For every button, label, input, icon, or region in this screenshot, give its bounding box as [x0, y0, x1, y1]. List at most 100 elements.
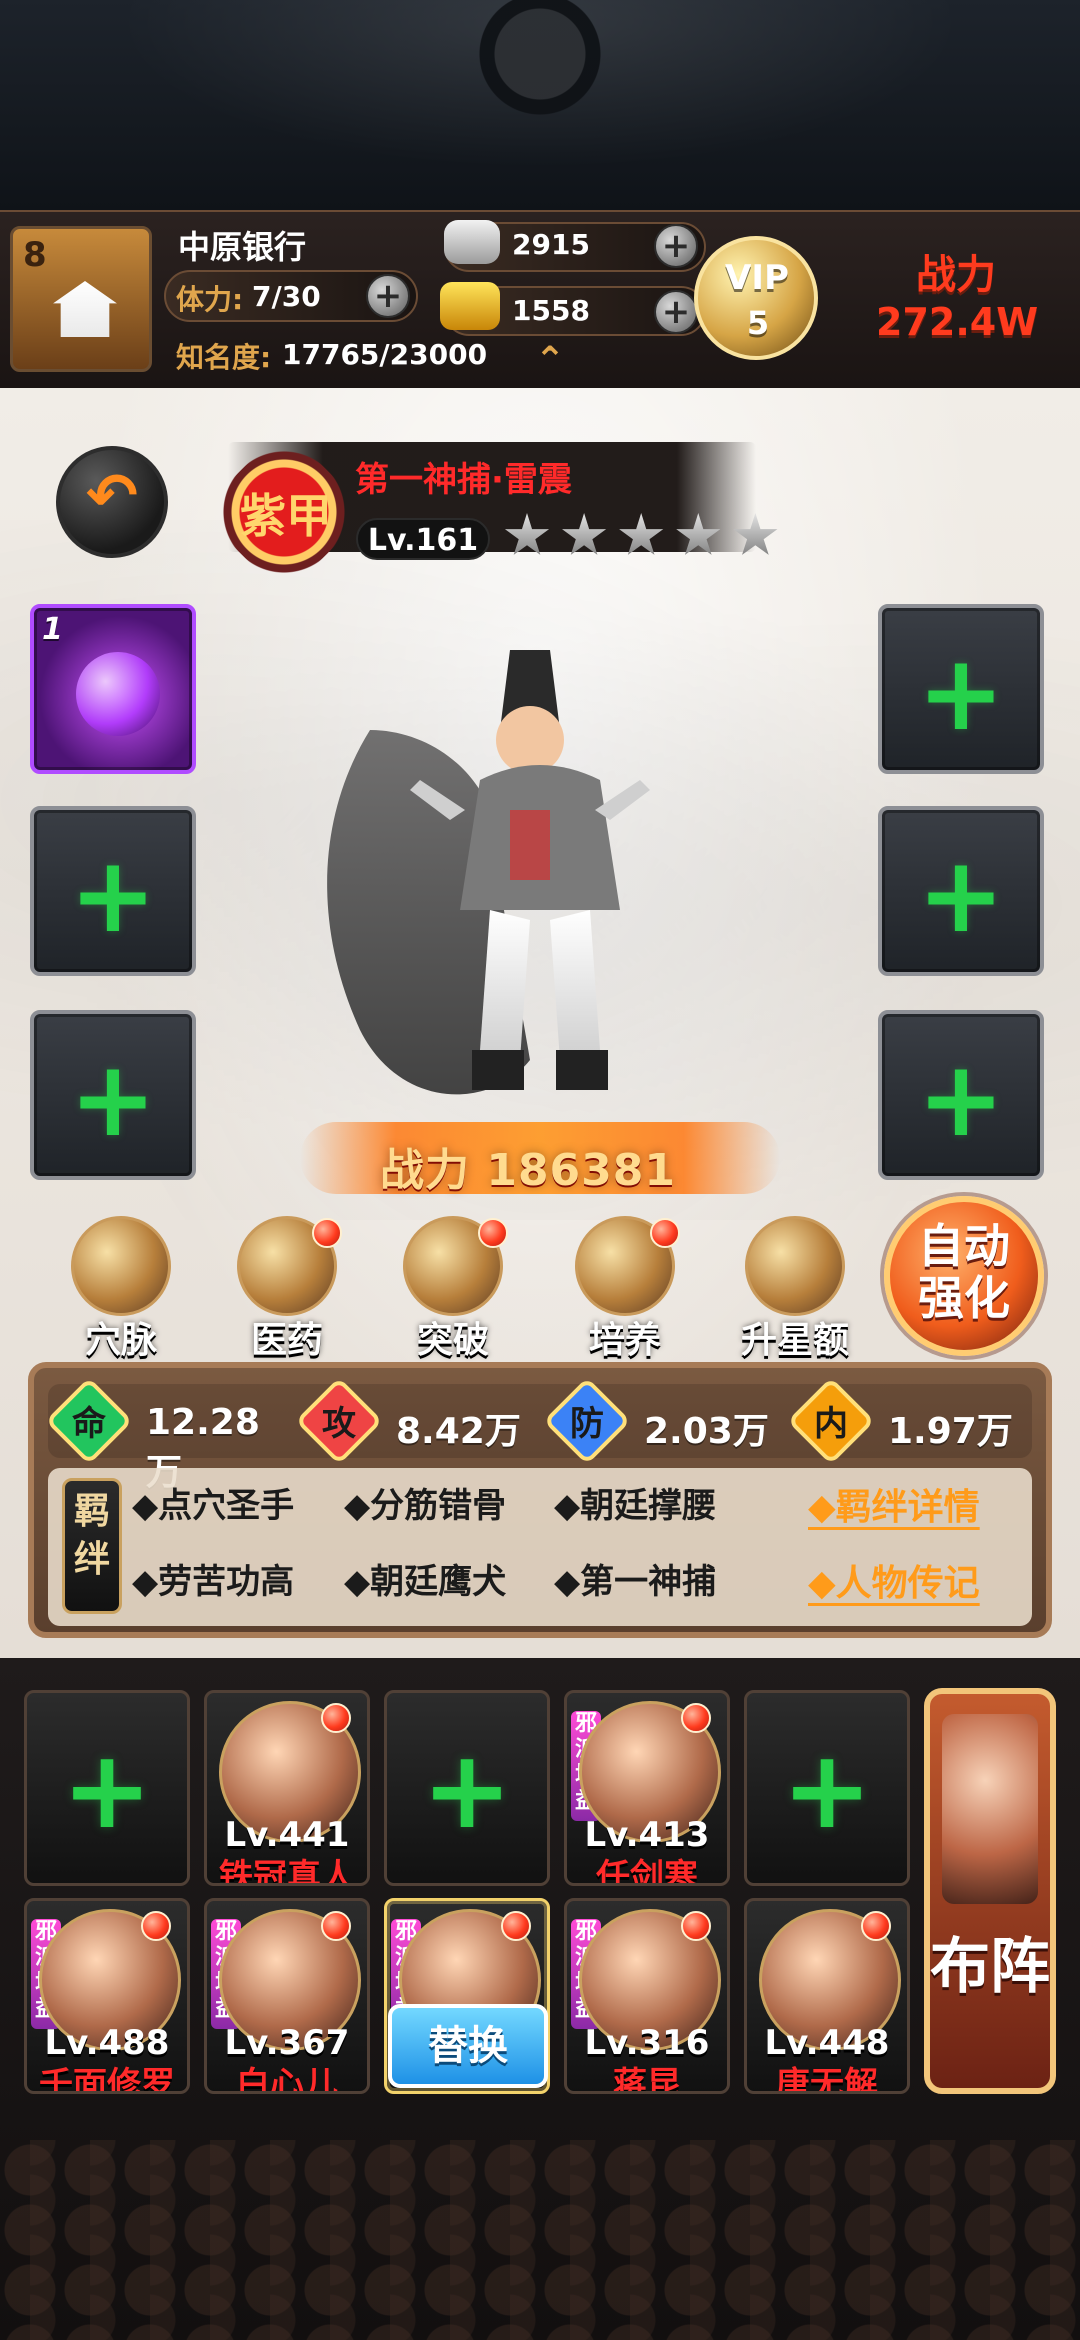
stat-internal-value: 1.97万 — [888, 1411, 1013, 1452]
action-medicine-button[interactable]: 医药 — [222, 1216, 352, 1366]
team-slot-hero[interactable]: Lv.448 唐无解 — [744, 1898, 910, 2094]
collapse-chevron-icon[interactable]: ⌃ — [520, 343, 580, 379]
add-equipment-plus-icon: + — [69, 834, 157, 956]
team-pattern — [0, 2140, 1080, 2340]
bond-details-link[interactable]: ◆羁绊详情 — [808, 1478, 980, 1530]
team-slot-hero[interactable]: Lv.441 铁冠真人 — [204, 1690, 370, 1886]
stat-defense-value: 2.03万 — [644, 1411, 769, 1452]
equipment-slot-right-3[interactable]: + — [878, 1010, 1044, 1180]
stat-life-key: 命 — [72, 1404, 106, 1444]
stat-attack-key: 攻 — [322, 1404, 356, 1444]
notification-dot — [501, 1911, 531, 1941]
bond-item: ◆点穴圣手 — [132, 1486, 295, 1526]
bond-seal-char-1: 羁 — [73, 1491, 110, 1532]
bond-item: ◆分筋错骨 — [344, 1486, 507, 1526]
hero-figure — [327, 650, 650, 1095]
notification-dot — [321, 1911, 351, 1941]
notification-dot — [681, 1911, 711, 1941]
notification-dot — [861, 1911, 891, 1941]
bio-link[interactable]: ◆人物传记 — [808, 1554, 980, 1606]
hero-stars — [504, 513, 784, 563]
team-slot-hero[interactable]: 邪派增益 Lv.413 任剑寒 — [564, 1690, 730, 1886]
hero-name: 铁冠真人 — [219, 1857, 355, 1886]
team-slot-hero[interactable]: 邪派增益 Lv.367 白心儿 — [204, 1898, 370, 2094]
team-slot-empty[interactable]: + — [744, 1690, 910, 1886]
bond-item: ◆第一神捕 — [554, 1562, 717, 1602]
stat-internal-key: 内 — [814, 1404, 848, 1444]
equipment-slot-right-2[interactable]: + — [878, 806, 1044, 976]
gold-value: 1558 — [512, 294, 590, 327]
vip-level: 5 — [746, 304, 770, 342]
combat-power-label: 战力 — [916, 252, 996, 298]
stat-attack: 攻 8.42万 — [295, 1377, 538, 1465]
notification-dot — [321, 1703, 351, 1733]
equipment-slot-left-2[interactable]: + — [30, 806, 196, 976]
bond-seal-text: 羁 绊 — [62, 1488, 122, 1584]
fist-skill-icon — [76, 652, 160, 736]
action-breakthrough-button[interactable]: 突破 — [388, 1216, 518, 1366]
team-slot-empty[interactable]: + — [24, 1690, 190, 1886]
stamina-label: 体力: — [176, 283, 244, 316]
auto-strengthen-line1: 自动 — [918, 1219, 1010, 1273]
add-hero-plus-icon: + — [61, 1728, 153, 1853]
notification-dot — [478, 1218, 508, 1248]
stamina-plus-button[interactable]: + — [366, 274, 410, 318]
hero-name: 任剑寒 — [596, 1857, 698, 1886]
silver-ingot-icon — [444, 220, 500, 264]
silver-plus-button[interactable]: + — [654, 224, 698, 268]
gold-plus-button[interactable]: + — [654, 290, 698, 334]
team-slot-empty[interactable]: + — [384, 1690, 550, 1886]
star-icon — [733, 513, 778, 555]
location-name: 中原银行 — [178, 228, 307, 266]
acupoint-icon — [71, 1216, 171, 1316]
bond-item: ◆朝廷撑腰 — [554, 1486, 717, 1526]
vip-label: VIP — [725, 258, 789, 298]
team-slot-hero[interactable]: 邪派增益 Lv.316 蒋昆 — [564, 1898, 730, 2094]
star-icon — [676, 513, 721, 555]
notification-dot — [312, 1218, 342, 1248]
star-upgrade-icon — [745, 1216, 845, 1316]
action-star-upgrade-button[interactable]: 升星额外 — [730, 1216, 860, 1413]
equipment-slot-right-1[interactable]: + — [878, 604, 1044, 774]
auto-strengthen-line2: 强化 — [918, 1271, 1010, 1325]
auto-strengthen-text: 自动 强化 — [884, 1220, 1044, 1324]
stamina-value: 7/30 — [252, 280, 321, 313]
stat-attack-value: 8.42万 — [396, 1411, 521, 1452]
action-train-button[interactable]: 培养 — [560, 1216, 690, 1366]
stat-defense-key: 防 — [570, 1404, 604, 1444]
notification-dot — [650, 1218, 680, 1248]
hero-level: Lv.161 — [356, 518, 490, 560]
back-arrow-icon: ↶ — [86, 459, 138, 532]
bond-item: ◆劳苦功高 — [132, 1562, 295, 1602]
add-hero-plus-icon: + — [421, 1728, 513, 1853]
action-label: 医药 — [250, 1320, 323, 1361]
stat-life: 命 12.28万 — [45, 1377, 288, 1493]
fame-label: 知名度: — [176, 341, 272, 374]
action-acupoint-button[interactable]: 穴脉 — [56, 1216, 186, 1366]
fame-value: 17765/23000 — [282, 338, 488, 371]
action-label: 穴脉 — [84, 1320, 157, 1361]
formation-text: 布阵 — [930, 1932, 1050, 2002]
hero-name: 千面修罗 — [39, 2065, 175, 2094]
slot-level-badge: 1 — [42, 612, 63, 647]
equipment-slot-left-1[interactable]: 1 — [30, 604, 196, 774]
notification-dot — [141, 1911, 171, 1941]
formation-art — [942, 1714, 1038, 1904]
gold-ingot-icon — [440, 282, 500, 330]
team-slot-hero[interactable]: 邪派增益 Lv.488 千面修罗 — [24, 1898, 190, 2094]
bond-seal-char-2: 绊 — [73, 1539, 110, 1580]
add-equipment-plus-icon: + — [917, 632, 1005, 754]
player-level-frame[interactable]: 8 — [10, 226, 152, 372]
add-equipment-plus-icon: + — [69, 1038, 157, 1160]
star-icon — [562, 513, 607, 555]
temple-icon — [53, 281, 117, 337]
player-level-badge: 8 — [23, 235, 47, 275]
equipment-slot-left-3[interactable]: + — [30, 1010, 196, 1180]
bond-item: ◆朝廷鹰犬 — [344, 1562, 507, 1602]
add-equipment-plus-icon: + — [917, 834, 1005, 956]
swap-button[interactable]: 替换 — [388, 2004, 548, 2088]
add-equipment-plus-icon: + — [917, 1038, 1005, 1160]
stat-defense: 防 2.03万 — [543, 1377, 786, 1465]
hero-title: 第一神捕·雷震 — [355, 460, 572, 500]
action-label: 培养 — [588, 1320, 661, 1361]
